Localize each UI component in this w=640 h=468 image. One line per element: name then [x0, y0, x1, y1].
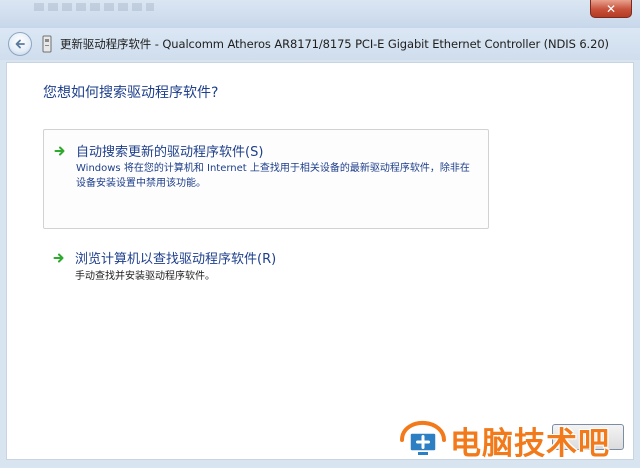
watermark-text: 电脑技术吧	[450, 426, 610, 462]
browse-computer-title: 浏览计算机以查找驱动程序软件(R)	[75, 252, 277, 267]
page-heading: 您想如何搜索驱动程序软件?	[43, 85, 219, 101]
navigation-bar: 更新驱动程序软件 - Qualcomm Atheros AR8171/8175 …	[0, 28, 640, 60]
window-title: 更新驱动程序软件 - Qualcomm Atheros AR8171/8175 …	[60, 37, 609, 51]
main-panel: 您想如何搜索驱动程序软件? 自动搜索更新的驱动程序软件(S) Windows 将…	[6, 62, 634, 460]
close-icon: ✕	[605, 1, 617, 16]
green-arrow-icon	[53, 253, 64, 263]
device-icon	[42, 35, 52, 53]
auto-search-description: Windows 将在您的计算机和 Internet 上查找用于相关设备的最新驱动…	[76, 163, 470, 189]
auto-search-title: 自动搜索更新的驱动程序软件(S)	[76, 145, 264, 160]
browse-computer-description: 手动查找并安装驱动程序软件。	[75, 271, 215, 282]
browse-computer-option[interactable]: 浏览计算机以查找驱动程序软件(R) 手动查找并安装驱动程序软件。	[43, 239, 489, 291]
back-button[interactable]	[8, 32, 32, 56]
auto-search-option[interactable]: 自动搜索更新的驱动程序软件(S) Windows 将在您的计算机和 Intern…	[43, 129, 489, 229]
title-bar: ✕	[0, 0, 640, 28]
watermark: 电脑技术吧	[398, 414, 634, 464]
titlebar-faded-text	[34, 3, 154, 11]
monitor-logo-icon	[400, 420, 446, 455]
back-arrow-icon	[15, 39, 25, 49]
green-arrow-icon	[54, 146, 65, 156]
close-button[interactable]: ✕	[590, 0, 632, 18]
